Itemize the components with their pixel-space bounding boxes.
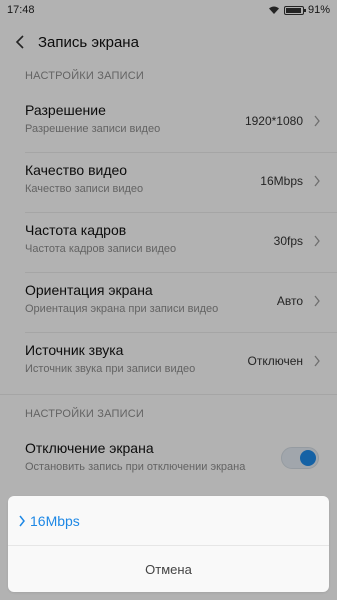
cancel-button[interactable]: Отмена (8, 546, 329, 592)
video-quality-dialog: 16Mbps Отмена (8, 496, 329, 592)
selected-chevron-icon (19, 515, 25, 527)
quality-option-16mbps[interactable]: 16Mbps (8, 496, 329, 545)
option-label: 16Mbps (30, 513, 80, 529)
